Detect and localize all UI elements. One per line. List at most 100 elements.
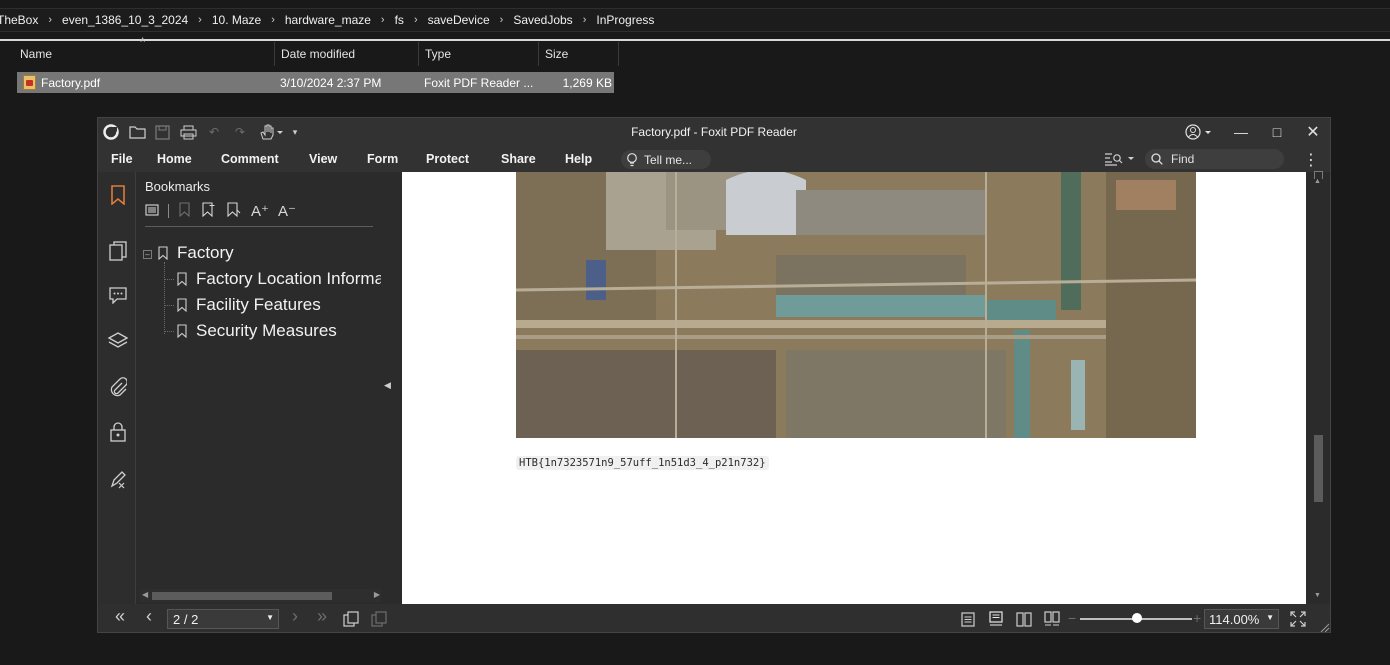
chevron-right-icon[interactable]: › xyxy=(194,14,206,26)
chevron-right-icon[interactable]: › xyxy=(579,14,591,26)
zoom-slider-handle[interactable] xyxy=(1132,613,1142,623)
next-view-icon[interactable] xyxy=(370,611,388,627)
flag-text: HTB{1n7323571n9_57uff_1n51d3_4_p21n732} xyxy=(516,456,769,470)
menu-comment[interactable]: Comment xyxy=(221,152,279,166)
close-button[interactable]: ✕ xyxy=(1302,122,1324,142)
bookmark-panel-icon[interactable] xyxy=(107,184,129,206)
collapse-panel-icon[interactable]: ◀ xyxy=(384,380,391,391)
document-page[interactable]: HTB{1n7323571n9_57uff_1n51d3_4_p21n732} xyxy=(402,172,1306,604)
zoom-out-icon[interactable]: − xyxy=(1068,610,1076,626)
single-page-view-icon[interactable] xyxy=(959,611,977,627)
pages-panel-icon[interactable] xyxy=(107,240,129,262)
chevron-right-icon[interactable]: › xyxy=(410,14,422,26)
breadcrumb-item[interactable]: fs xyxy=(389,13,410,27)
scrollbar-thumb[interactable] xyxy=(1314,435,1323,502)
document-vertical-scrollbar[interactable]: ▲ ▼ xyxy=(1306,171,1330,604)
breadcrumb-item[interactable]: SavedJobs xyxy=(507,13,578,27)
bookmark-options-icon[interactable] xyxy=(145,203,159,219)
breadcrumb-item[interactable]: InProgress xyxy=(590,13,660,27)
zoom-in-icon[interactable]: + xyxy=(1193,610,1201,626)
breadcrumb-item[interactable]: saveDevice xyxy=(422,13,496,27)
panel-splitter[interactable]: ◀ xyxy=(381,172,402,604)
security-panel-icon[interactable] xyxy=(107,421,129,443)
menu-file[interactable]: File xyxy=(111,152,133,166)
continuous-view-icon[interactable] xyxy=(987,611,1005,627)
chevron-right-icon[interactable]: › xyxy=(377,14,389,26)
bookmark-icon xyxy=(177,324,187,338)
breadcrumb-item[interactable]: kTheBox xyxy=(0,13,44,27)
column-date-modified[interactable]: Date modified xyxy=(275,42,419,66)
address-bar[interactable]: kTheBox › even_1386_10_3_2024 › 10. Maze… xyxy=(0,8,1390,32)
bookmark-label: Facility Features xyxy=(196,295,321,314)
menu-home[interactable]: Home xyxy=(157,152,192,166)
add-bookmark-icon[interactable] xyxy=(201,202,217,220)
bookmark-item-location[interactable]: Factory Location Information xyxy=(177,268,381,290)
chevron-right-icon[interactable]: › xyxy=(44,14,56,26)
more-options-icon[interactable]: ⋮ xyxy=(1303,150,1319,170)
collapse-tree-icon[interactable]: – xyxy=(143,250,152,259)
tree-line xyxy=(164,279,174,280)
decrease-font-icon[interactable]: A⁻ xyxy=(278,202,296,220)
breadcrumb-item[interactable]: even_1386_10_3_2024 xyxy=(56,13,194,27)
column-type[interactable]: Type xyxy=(419,42,539,66)
first-page-icon[interactable]: « xyxy=(111,606,129,626)
menu-form[interactable]: Form xyxy=(367,152,398,166)
menu-help[interactable]: Help xyxy=(565,152,592,166)
tell-me-search[interactable]: Tell me... xyxy=(621,150,711,169)
chevron-down-icon[interactable]: ▼ xyxy=(1266,613,1274,622)
continuous-facing-view-icon[interactable] xyxy=(1043,611,1061,627)
previous-page-icon[interactable]: ‹ xyxy=(140,606,158,626)
attachments-panel-icon[interactable] xyxy=(107,376,129,398)
signature-panel-icon[interactable] xyxy=(107,468,129,490)
expand-bookmark-icon[interactable] xyxy=(226,202,242,220)
increase-font-icon[interactable]: A⁺ xyxy=(251,202,269,220)
maximize-button[interactable]: □ xyxy=(1266,122,1288,142)
bookmarks-horizontal-scrollbar[interactable]: ◀ ▶ xyxy=(140,589,382,602)
menu-view[interactable]: View xyxy=(309,152,337,166)
bookmark-item-features[interactable]: Facility Features xyxy=(177,294,321,316)
previous-view-icon[interactable] xyxy=(342,611,360,627)
bookmark-label: Factory Location Information xyxy=(196,269,381,288)
scrollbar-thumb[interactable] xyxy=(152,592,332,600)
layers-panel-icon[interactable] xyxy=(107,330,129,352)
chevron-right-icon[interactable]: › xyxy=(496,14,508,26)
scroll-down-icon[interactable]: ▼ xyxy=(1314,592,1321,599)
scroll-right-icon[interactable]: ▶ xyxy=(374,590,380,599)
account-icon[interactable] xyxy=(1183,122,1215,142)
column-size[interactable]: Size xyxy=(539,42,619,66)
facing-view-icon[interactable] xyxy=(1015,611,1033,627)
menu-bar: File Home Comment View Form Protect Shar… xyxy=(98,146,1330,172)
find-input[interactable]: Find xyxy=(1145,149,1284,169)
comments-panel-icon[interactable] xyxy=(107,284,129,306)
pdf-file-icon xyxy=(23,75,36,90)
breadcrumb-item[interactable]: hardware_maze xyxy=(279,13,377,27)
minimize-button[interactable]: — xyxy=(1230,122,1252,142)
next-page-icon[interactable]: › xyxy=(286,606,304,626)
bookmark-item-root[interactable]: Factory xyxy=(158,242,234,264)
page-number-input[interactable]: 2 / 2 ▼ xyxy=(167,609,279,629)
bookmarks-title: Bookmarks xyxy=(145,179,211,194)
zoom-level-select[interactable]: 114.00% ▼ xyxy=(1204,609,1279,629)
column-name[interactable]: Name xyxy=(0,42,275,66)
scroll-up-icon[interactable]: ▲ xyxy=(1314,178,1321,185)
fullscreen-icon[interactable] xyxy=(1289,611,1307,627)
bookmarks-toolbar: A⁺ A⁻ xyxy=(145,202,296,220)
bookmark-item-security[interactable]: Security Measures xyxy=(177,320,337,342)
search-options-icon[interactable] xyxy=(1104,151,1136,167)
menu-share[interactable]: Share xyxy=(501,152,536,166)
toolbar-separator xyxy=(168,204,169,218)
chevron-right-icon[interactable]: › xyxy=(267,14,279,26)
column-header-row: Name Date modified Type Size xyxy=(0,42,619,66)
delete-bookmark-icon[interactable] xyxy=(178,202,192,220)
last-page-icon[interactable]: » xyxy=(313,606,331,626)
file-row-selected[interactable]: Factory.pdf 3/10/2024 2:37 PM Foxit PDF … xyxy=(17,72,614,93)
file-type: Foxit PDF Reader ... xyxy=(424,75,534,90)
foxit-reader-window: ↶ ↷ ▾ Factory.pdf - Foxit PDF Reader — □… xyxy=(97,117,1331,633)
menu-protect[interactable]: Protect xyxy=(426,152,469,166)
bookmark-icon xyxy=(177,272,187,286)
scroll-left-icon[interactable]: ◀ xyxy=(142,590,148,599)
divider xyxy=(145,226,373,227)
resize-grip-icon[interactable] xyxy=(1320,622,1330,632)
breadcrumb-item[interactable]: 10. Maze xyxy=(206,13,267,27)
chevron-down-icon[interactable]: ▼ xyxy=(266,613,274,622)
